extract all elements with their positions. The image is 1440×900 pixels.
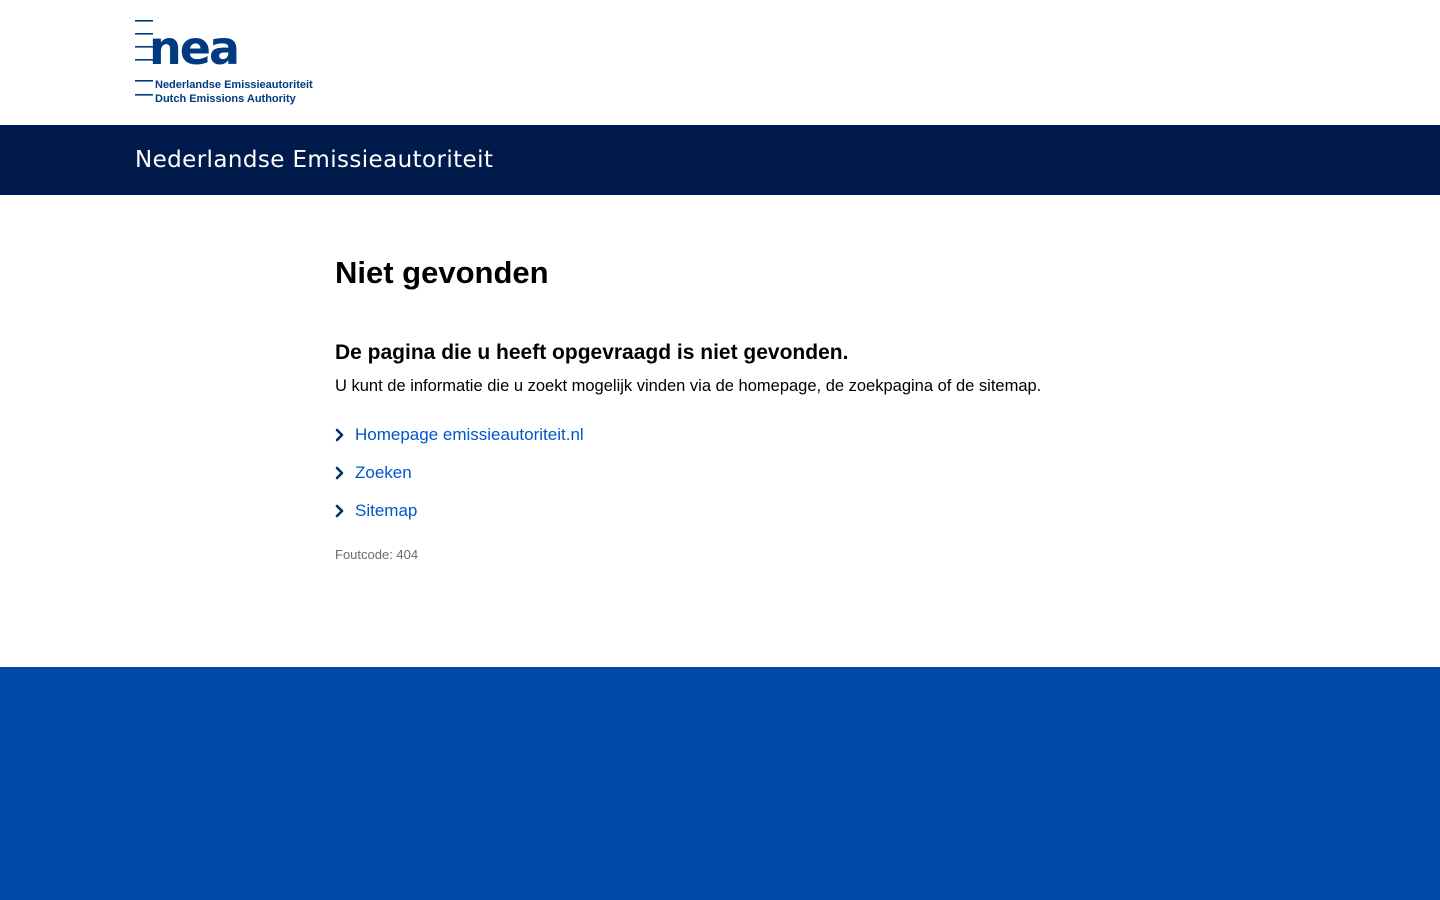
footer	[0, 667, 1440, 900]
search-link[interactable]: Zoeken	[355, 463, 412, 482]
nea-logo: nea Nederlandse Emissieautoriteit Dutch …	[135, 20, 313, 105]
sitemap-link[interactable]: Sitemap	[355, 501, 417, 520]
site-title-bar: Nederlandse Emissieautoriteit	[0, 125, 1440, 195]
logo-line-en: Dutch Emissions Authority	[155, 93, 297, 105]
chevron-right-icon	[335, 504, 344, 518]
nea-logo-link[interactable]: nea Nederlandse Emissieautoriteit Dutch …	[135, 20, 313, 106]
list-item-homepage: Homepage emissieautoriteit.nl	[335, 420, 584, 458]
error-code: Foutcode: 404	[335, 547, 419, 562]
logo-line-nl: Nederlandse Emissieautoriteit	[155, 79, 313, 91]
link-list: Homepage emissieautoriteit.nl Zoeken Sit…	[335, 420, 584, 534]
page: nea Nederlandse Emissieautoriteit Dutch …	[0, 0, 1440, 900]
logo-mark: nea	[149, 21, 238, 75]
homepage-link[interactable]: Homepage emissieautoriteit.nl	[355, 425, 584, 444]
list-item-sitemap: Sitemap	[335, 496, 584, 534]
site-title: Nederlandse Emissieautoriteit	[135, 147, 494, 173]
page-title: Niet gevonden	[335, 255, 549, 290]
not-found-heading: De pagina die u heeft opgevraagd is niet…	[335, 341, 849, 364]
chevron-right-icon	[335, 428, 344, 442]
chevron-right-icon	[335, 466, 344, 480]
logo-header: nea Nederlandse Emissieautoriteit Dutch …	[0, 0, 1440, 125]
list-item-search: Zoeken	[335, 458, 584, 496]
intro-text: U kunt de informatie die u zoekt mogelij…	[335, 377, 1042, 395]
